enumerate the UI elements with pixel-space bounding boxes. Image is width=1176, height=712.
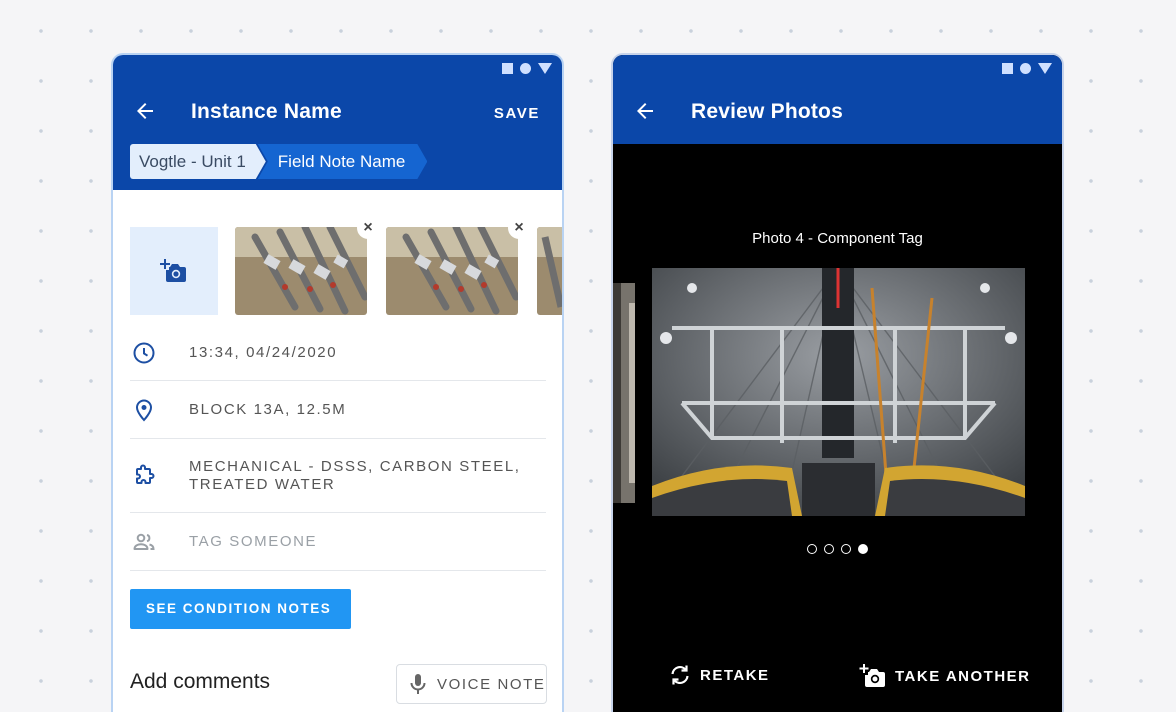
- current-photo[interactable]: [651, 267, 1026, 517]
- add-photo-icon: [160, 259, 186, 282]
- time-row[interactable]: 13:34, 04/24/2020: [130, 326, 546, 381]
- square-status-icon: [1002, 63, 1013, 74]
- take-another-button[interactable]: TAKE ANOTHER: [859, 663, 1031, 689]
- triangle-status-icon: [1038, 63, 1052, 74]
- save-button[interactable]: SAVE: [494, 105, 540, 122]
- circle-status-icon: [1020, 63, 1031, 74]
- carousel-dot[interactable]: [824, 544, 834, 554]
- retake-button[interactable]: RETAKE: [668, 663, 770, 687]
- photo-strip: × ×: [130, 217, 562, 315]
- breadcrumb: Vogtle - Unit 1 Field Note Name: [130, 144, 427, 179]
- square-status-icon: [502, 63, 513, 74]
- time-text: 13:34, 04/24/2020: [189, 344, 338, 361]
- see-condition-notes-button[interactable]: SEE CONDITION NOTES: [130, 589, 351, 629]
- component-row[interactable]: MECHANICAL - DSSS, CARBON STEEL, TREATED…: [130, 439, 546, 513]
- puzzle-icon: [131, 463, 157, 489]
- location-pin-icon: [131, 397, 157, 423]
- previous-photo-peek[interactable]: [613, 283, 635, 503]
- review-photos-screen: Review Photos Photo 4 - Component Tag RE…: [611, 53, 1064, 712]
- people-icon: [131, 529, 157, 555]
- back-arrow-icon[interactable]: [633, 99, 657, 123]
- breadcrumb-item-unit[interactable]: Vogtle - Unit 1: [130, 144, 266, 179]
- refresh-icon: [671, 665, 689, 685]
- photo-caption: Photo 4 - Component Tag: [752, 230, 923, 247]
- field-note-screen: Instance Name SAVE Vogtle - Unit 1 Field…: [111, 53, 564, 712]
- add-photo-button[interactable]: [130, 227, 218, 315]
- carousel-dot[interactable]: [841, 544, 851, 554]
- microphone-icon: [410, 674, 426, 694]
- app-bar: Review Photos: [613, 55, 1062, 144]
- carousel-dot-active[interactable]: [858, 544, 868, 554]
- status-bar: [502, 63, 552, 74]
- status-bar: [1002, 63, 1052, 74]
- remove-photo-button[interactable]: ×: [508, 217, 530, 239]
- component-text: MECHANICAL - DSSS, CARBON STEEL, TREATED…: [189, 457, 521, 493]
- back-arrow-icon[interactable]: [133, 99, 157, 123]
- clock-icon: [131, 340, 157, 366]
- location-row[interactable]: BLOCK 13A, 12.5M: [130, 381, 546, 439]
- tag-someone-row[interactable]: TAG SOMEONE: [130, 513, 546, 571]
- comments-heading: Add comments: [130, 670, 271, 693]
- retake-label: RETAKE: [700, 666, 770, 684]
- carousel-indicator: [807, 544, 868, 554]
- remove-photo-button[interactable]: ×: [357, 217, 379, 239]
- take-another-label: TAKE ANOTHER: [895, 667, 1031, 685]
- photo-thumbnail[interactable]: [386, 227, 518, 315]
- page-title: Instance Name: [191, 100, 342, 123]
- voice-note-label: VOICE NOTE: [437, 675, 546, 693]
- photo-thumbnail[interactable]: [537, 227, 562, 315]
- circle-status-icon: [520, 63, 531, 74]
- add-photo-icon: [859, 664, 885, 687]
- carousel-dot[interactable]: [807, 544, 817, 554]
- breadcrumb-item-field-note[interactable]: Field Note Name: [258, 144, 428, 179]
- photo-thumbnail[interactable]: [235, 227, 367, 315]
- app-bar: Instance Name SAVE Vogtle - Unit 1 Field…: [113, 55, 562, 190]
- tag-someone-text: TAG SOMEONE: [189, 532, 318, 550]
- page-title: Review Photos: [691, 100, 843, 123]
- location-text: BLOCK 13A, 12.5M: [189, 400, 347, 418]
- triangle-status-icon: [538, 63, 552, 74]
- voice-note-button[interactable]: VOICE NOTE: [396, 664, 547, 704]
